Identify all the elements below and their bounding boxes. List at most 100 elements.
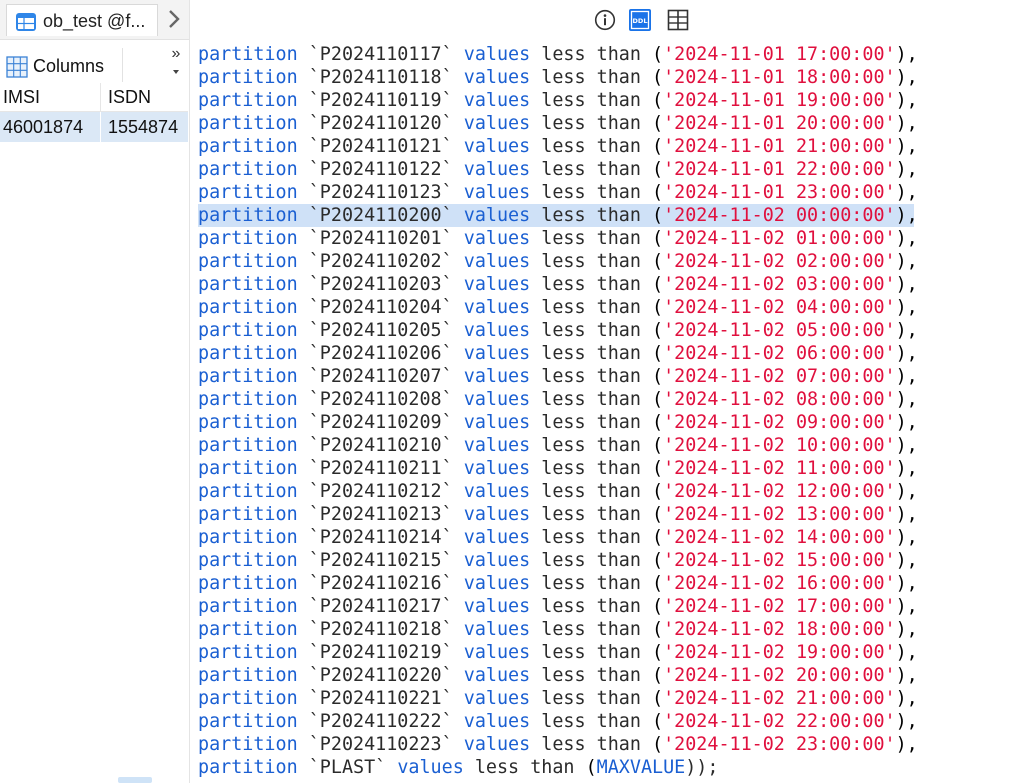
partition-name: `P2024110215` [308,550,453,571]
keyword-values: values [463,205,531,226]
keyword-partition: partition [198,642,298,663]
code-line[interactable]: partition `P2024110117` values less than… [198,43,1028,66]
text-less-than: less than [541,734,641,755]
keyword-partition: partition [198,481,298,502]
columns-grid-icon [6,56,28,78]
keyword-partition: partition [198,596,298,617]
cell-isdn[interactable]: 1554874 [101,112,188,142]
info-icon[interactable] [594,9,616,31]
code-line[interactable]: partition `P2024110203` values less than… [198,273,1028,296]
keyword-partition: partition [198,90,298,111]
code-line[interactable]: partition `P2024110210` values less than… [198,434,1028,457]
keyword-values: values [463,573,531,594]
code-line-last[interactable]: partition `PLAST` values less than (MAXV… [198,756,1028,779]
code-line[interactable]: partition `P2024110206` values less than… [198,342,1028,365]
tab-ob-test[interactable]: ob_test @f... [6,4,158,36]
code-line[interactable]: partition `P2024110212` values less than… [198,480,1028,503]
text-less-than: less than [474,757,575,778]
code-line[interactable]: partition `P2024110205` values less than… [198,319,1028,342]
partition-value: '2024-11-01 19:00:00' [663,90,896,111]
horizontal-scrollbar[interactable] [118,777,152,783]
partition-name: `P2024110221` [308,688,453,709]
code-line[interactable]: partition `P2024110121` values less than… [198,135,1028,158]
result-panel: ob_test @f... Columns » IMSI ISDN 460018… [0,0,190,783]
code-line[interactable]: partition `P2024110220` values less than… [198,664,1028,687]
code-line[interactable]: partition `P2024110223` values less than… [198,733,1028,756]
keyword-values: values [463,734,531,755]
partition-name: `P2024110217` [308,596,453,617]
keyword-partition: partition [198,389,298,410]
text-less-than: less than [541,113,641,134]
ddl-code-view[interactable]: partition `P2024110117` values less than… [198,43,1028,779]
keyword-values: values [463,389,531,410]
keyword-values: values [397,757,464,778]
ddl-icon[interactable]: DDL [628,8,652,32]
code-line[interactable]: partition `P2024110118` values less than… [198,66,1028,89]
partition-value: '2024-11-01 17:00:00' [663,44,896,65]
partition-value: '2024-11-02 19:00:00' [663,642,896,663]
partition-name: `P2024110202` [308,251,453,272]
partition-value: '2024-11-02 12:00:00' [663,481,896,502]
code-line[interactable]: partition `P2024110207` values less than… [198,365,1028,388]
keyword-partition: partition [198,619,298,640]
column-header-imsi[interactable]: IMSI [0,83,101,112]
keyword-values: values [463,251,531,272]
code-line[interactable]: partition `P2024110204` values less than… [198,296,1028,319]
code-line[interactable]: partition `P2024110216` values less than… [198,572,1028,595]
code-line[interactable]: partition `P2024110202` values less than… [198,250,1028,273]
partition-value: '2024-11-01 22:00:00' [663,159,896,180]
code-line[interactable]: partition `P2024110214` values less than… [198,526,1028,549]
text-less-than: less than [541,550,641,571]
code-line[interactable]: partition `P2024110222` values less than… [198,710,1028,733]
partition-value: '2024-11-02 01:00:00' [663,228,896,249]
split-view-icon[interactable] [667,9,689,31]
code-line[interactable]: partition `P2024110218` values less than… [198,618,1028,641]
more-button[interactable]: » [166,44,186,64]
code-line[interactable]: partition `P2024110217` values less than… [198,595,1028,618]
code-line[interactable]: partition `P2024110215` values less than… [198,549,1028,572]
code-line[interactable]: partition `P2024110201` values less than… [198,227,1028,250]
text-less-than: less than [541,619,641,640]
code-line[interactable]: partition `P2024110209` values less than… [198,411,1028,434]
cell-imsi[interactable]: 46001874 [0,112,101,142]
code-line[interactable]: partition `P2024110119` values less than… [198,89,1028,112]
code-line[interactable]: partition `P2024110213` values less than… [198,503,1028,526]
partition-name: `P2024110203` [308,274,453,295]
text-less-than: less than [541,366,641,387]
keyword-values: values [463,481,531,502]
partition-value: '2024-11-01 20:00:00' [663,113,896,134]
column-header-isdn[interactable]: ISDN [101,83,188,112]
keyword-partition: partition [198,550,298,571]
text-less-than: less than [541,205,641,226]
partition-value: '2024-11-02 15:00:00' [663,550,896,571]
partition-name: `P2024110219` [308,642,453,663]
code-line[interactable]: partition `P2024110219` values less than… [198,641,1028,664]
code-line[interactable]: partition `P2024110200` values less than… [198,204,918,227]
partition-name: `P2024110208` [308,389,453,410]
keyword-values: values [463,435,531,456]
code-line[interactable]: partition `P2024110123` values less than… [198,181,1028,204]
partition-name: `P2024110216` [308,573,453,594]
keyword-values: values [463,182,531,203]
code-line[interactable]: partition `P2024110208` values less than… [198,388,1028,411]
partition-name: `P2024110201` [308,228,453,249]
code-line[interactable]: partition `P2024110211` values less than… [198,457,1028,480]
partition-value: '2024-11-02 02:00:00' [663,251,896,272]
dropdown-arrow-icon[interactable] [170,66,182,78]
code-line[interactable]: partition `P2024110120` values less than… [198,112,1028,135]
partition-name: `P2024110223` [308,734,453,755]
columns-button[interactable]: Columns [4,48,123,82]
keyword-partition: partition [198,274,298,295]
partition-value: '2024-11-02 10:00:00' [663,435,896,456]
keyword-partition: partition [198,688,298,709]
text-less-than: less than [541,389,641,410]
code-line[interactable]: partition `P2024110122` values less than… [198,158,1028,181]
partition-name: `P2024110200` [308,205,453,226]
code-line[interactable]: partition `P2024110221` values less than… [198,687,1028,710]
partition-value: '2024-11-01 23:00:00' [663,182,896,203]
chevron-right-icon[interactable] [165,8,183,30]
partition-value: '2024-11-02 18:00:00' [663,619,896,640]
text-less-than: less than [541,665,641,686]
text-less-than: less than [541,44,641,65]
partition-name: `P2024110205` [308,320,453,341]
